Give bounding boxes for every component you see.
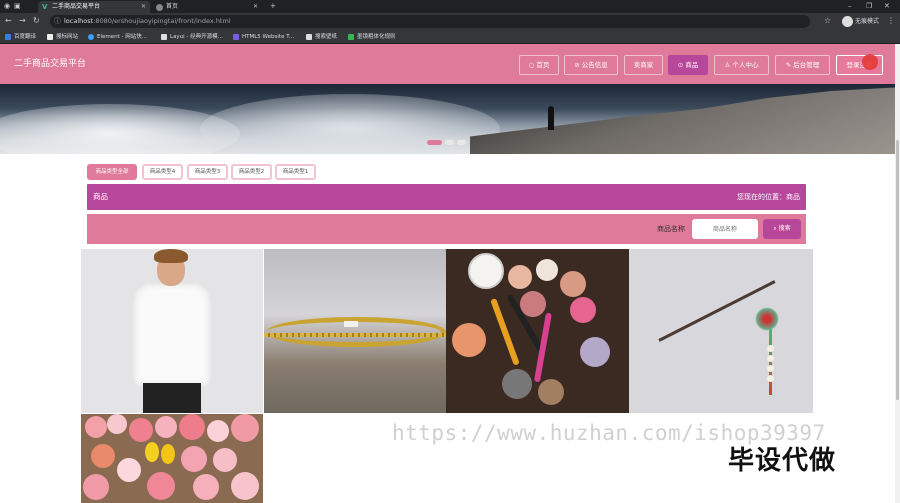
back-icon[interactable]: ← bbox=[5, 16, 12, 26]
product-card-flowers[interactable] bbox=[81, 414, 263, 503]
banner-person bbox=[548, 106, 554, 130]
forward-icon[interactable]: → bbox=[19, 16, 26, 26]
nav-sellers[interactable]: 卖商家 bbox=[624, 55, 663, 75]
nav-home[interactable]: ○ 首页 bbox=[519, 55, 559, 75]
category-tab-4[interactable]: 商品类型4 bbox=[142, 164, 183, 180]
carousel-dot[interactable] bbox=[445, 140, 454, 145]
close-window-button[interactable]: ✕ bbox=[884, 0, 890, 12]
nav-announcements[interactable]: ⊘ 公告信息 bbox=[564, 55, 618, 75]
search-button[interactable]: ⌕ 搜索 bbox=[763, 219, 801, 239]
bookmark-icon bbox=[233, 34, 239, 40]
address-bar-row: ← → ↻ ⓘ localhost:8080/ershoujiaoyipingt… bbox=[0, 13, 900, 30]
product-card-shirt[interactable] bbox=[81, 249, 263, 413]
text-watermark: 毕设代做 bbox=[728, 446, 837, 476]
category-tab-1[interactable]: 商品类型1 bbox=[275, 164, 316, 180]
category-tab-2[interactable]: 商品类型2 bbox=[231, 164, 272, 180]
carousel-dot[interactable] bbox=[427, 140, 442, 145]
nav-products[interactable]: ⊙ 商品 bbox=[668, 55, 708, 75]
category-tab-all[interactable]: 商品类型全部 bbox=[87, 164, 137, 180]
bookmark-star-icon[interactable]: ☆ bbox=[824, 16, 831, 26]
bookmark-item[interactable]: 百度翻译 bbox=[5, 30, 36, 44]
url-input[interactable]: ⓘ localhost:8080/ershoujiaoyipingtai/fro… bbox=[50, 15, 810, 28]
reload-icon[interactable]: ↻ bbox=[33, 16, 40, 26]
search-label: 商品名称 bbox=[657, 225, 685, 233]
site-info-icon[interactable]: ⓘ bbox=[54, 15, 61, 28]
maximize-button[interactable]: ❐ bbox=[866, 0, 872, 12]
browser-menu-icon[interactable]: ◉ bbox=[4, 0, 10, 12]
minimize-button[interactable]: – bbox=[848, 0, 852, 12]
product-card-hairpin[interactable] bbox=[629, 249, 813, 413]
breadcrumb: 商品 您现在的位置：商品 bbox=[87, 184, 806, 210]
scrollbar-thumb[interactable] bbox=[896, 140, 899, 400]
banner-cloud bbox=[200, 94, 500, 154]
globe-icon bbox=[156, 4, 163, 11]
vue-icon: V bbox=[42, 3, 48, 11]
tab-platform[interactable]: V 二手商品交易平台 ✕ bbox=[38, 1, 150, 13]
bookmarks-bar: 百度翻译 搜标网站 Element - 网站快... Layui - 经典开源模… bbox=[0, 30, 900, 44]
category-tab-3[interactable]: 商品类型3 bbox=[187, 164, 228, 180]
browser-tab-bar: ◉ ▣ V 二手商品交易平台 ✕ 首页 ✕ + – ❐ ✕ bbox=[0, 0, 900, 13]
search-bar: 商品名称 ⌕ 搜索 bbox=[87, 214, 806, 244]
bookmark-icon bbox=[47, 34, 53, 40]
site-title: 二手商品交易平台 bbox=[14, 59, 87, 69]
incognito-profile[interactable]: 无痕模式 bbox=[842, 16, 879, 27]
bookmark-icon bbox=[88, 34, 94, 40]
bookmark-icon bbox=[5, 34, 11, 40]
section-title: 商品 bbox=[93, 192, 108, 201]
bookmark-icon bbox=[348, 34, 354, 40]
nav-admin[interactable]: ✎ 后台管理 bbox=[775, 55, 830, 75]
product-name-input[interactable] bbox=[692, 219, 758, 239]
browser-menu-kebab-icon[interactable]: ⋮ bbox=[887, 16, 895, 26]
site-header: 二手商品交易平台 ○ 首页 ⊘ 公告信息 卖商家 ⊙ 商品 ♙ 个人中心 ✎ 后… bbox=[0, 44, 895, 84]
bookmark-item[interactable]: 搜索壁纸 bbox=[306, 30, 337, 44]
close-tab-icon[interactable]: ✕ bbox=[253, 1, 258, 13]
tab-home[interactable]: 首页 ✕ bbox=[152, 1, 262, 13]
product-card-makeup[interactable] bbox=[446, 249, 629, 413]
bookmark-item[interactable]: HTML5 Website T... bbox=[233, 30, 294, 44]
banner-cliff bbox=[470, 87, 895, 154]
nav-profile[interactable]: ♙ 个人中心 bbox=[714, 55, 769, 75]
cursor-highlight bbox=[862, 54, 878, 70]
close-tab-icon[interactable]: ✕ bbox=[141, 1, 146, 13]
carousel-dot[interactable] bbox=[457, 140, 466, 145]
bookmark-icon bbox=[306, 34, 312, 40]
incognito-icon bbox=[842, 16, 853, 27]
bookmark-item[interactable]: Layui - 经典开源模... bbox=[161, 30, 223, 44]
tab-search-icon[interactable]: ▣ bbox=[14, 0, 21, 12]
new-tab-button[interactable]: + bbox=[270, 0, 276, 12]
bookmark-item[interactable]: Element - 网站快... bbox=[88, 30, 147, 44]
breadcrumb-location: 您现在的位置：商品 bbox=[737, 193, 800, 201]
bookmark-icon bbox=[161, 34, 167, 40]
product-card-necklace[interactable] bbox=[264, 249, 446, 413]
search-icon: ⌕ bbox=[773, 225, 777, 232]
bookmark-item[interactable]: 墨镜粗体化规则 bbox=[348, 30, 396, 44]
bookmark-item[interactable]: 搜标网站 bbox=[47, 30, 78, 44]
